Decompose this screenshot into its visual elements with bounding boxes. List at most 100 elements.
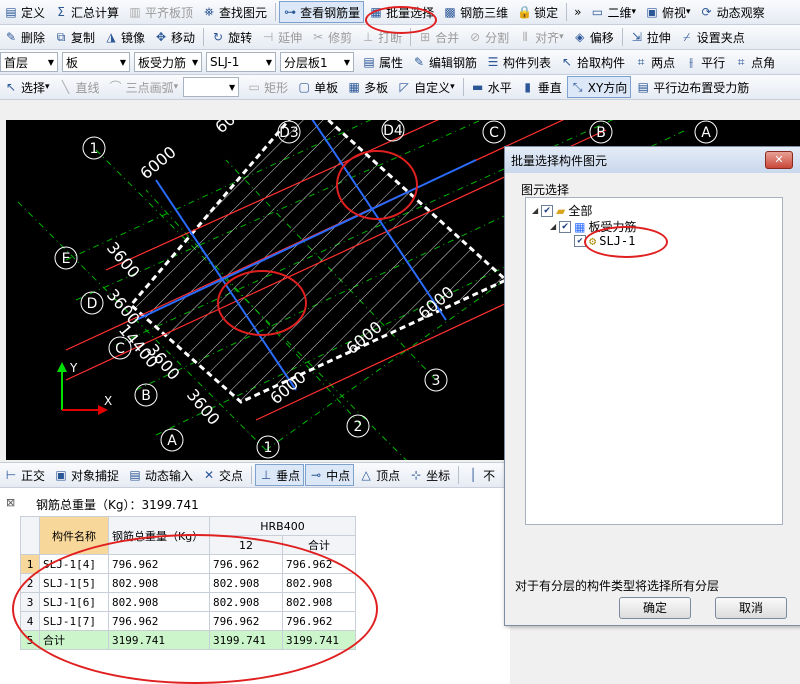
toolbar1-label: 查找图元	[219, 5, 268, 20]
table-cell-name: SLJ-1[5]	[39, 573, 109, 593]
layer-value: 分层板1	[284, 55, 328, 70]
table-cell-s: 802.908	[282, 573, 356, 593]
statusbar-button-more[interactable]: │ 不	[462, 464, 499, 486]
merge-icon: ⊞	[420, 30, 431, 44]
statusbar-button-midpoint[interactable]: ⊸ 中点	[305, 464, 355, 486]
toolbar4-button-horizontal[interactable]: ▬ 水平	[467, 76, 516, 98]
toolbar1-button-lock[interactable]: 🔒 锁定	[513, 1, 562, 23]
toolbar2-button-stretch[interactable]: ⇲ 拉伸	[626, 26, 675, 48]
toolbar1-button-orbit[interactable]: ⟳ 动态观察	[696, 1, 769, 23]
toolbar1-button-view-rebar[interactable]: ⊶ 查看钢筋量	[279, 1, 365, 23]
axis-label: A	[167, 433, 177, 449]
statusbar-label: 坐标	[426, 468, 451, 483]
component-button-edit-rebar[interactable]: ✎ 编辑钢筋	[408, 51, 481, 73]
toolbar4-button-line[interactable]: ╲ 直线	[55, 76, 104, 98]
toolbar2-button-break[interactable]: ⊥ 打断	[357, 26, 406, 48]
element-select[interactable]: SLJ-1 ▼	[206, 52, 276, 72]
toolbar4-button-single-slab[interactable]: ▢ 单板	[293, 76, 342, 98]
toolbar4-button-rect[interactable]: ▭ 矩形	[243, 76, 292, 98]
component-button-pick[interactable]: ↖ 拾取构件	[556, 51, 629, 73]
statusbar-button-perpendicular[interactable]: ⊥ 垂点	[255, 464, 305, 486]
toolbar1-button-top-view[interactable]: ▣ 俯视 ▾	[641, 1, 695, 23]
chevron-down-icon: ▾	[686, 7, 691, 17]
checkbox-slj-1[interactable]: ✔	[574, 235, 586, 247]
toolbar4-button-select-arrow[interactable]: ↖ 选择 ▾	[0, 76, 54, 98]
row-number: 3	[20, 592, 40, 612]
toolbar2-button-delete[interactable]: ✎ 删除	[0, 26, 49, 48]
table-row[interactable]: 2 SLJ-1[5] 802.908 802.908 802.908	[20, 573, 356, 593]
toolbar1-button-binoculars[interactable]: ⛯ 查找图元	[198, 1, 271, 23]
toolbar4-button-custom[interactable]: ◸ 自定义 ▾	[393, 76, 459, 98]
toolbar1-button-define[interactable]: ▤ 定义	[0, 1, 49, 23]
component-button-component-list[interactable]: ☰ 构件列表	[482, 51, 555, 73]
table-row[interactable]: 5 合计 3199.741 3199.741 3199.741	[20, 630, 356, 650]
header-name[interactable]: 构件名称	[39, 516, 109, 555]
component-button-point-angle[interactable]: ⌗ 点角	[730, 51, 779, 73]
component-button-parallel[interactable]: ⫲ 平行	[680, 51, 729, 73]
component-button-two-point[interactable]: ⌗ 两点	[630, 51, 679, 73]
floor-select[interactable]: 首层 ▼	[0, 52, 58, 72]
toolbar2-button-extend[interactable]: ⊣ 延伸	[257, 26, 306, 48]
axis-label: E	[62, 251, 71, 267]
tree-node-slab-rebar[interactable]: ◢ ✔ ▦ 板受力筋	[550, 218, 637, 235]
perpendicular-icon: ⊥	[260, 468, 272, 482]
toolbar2-button-offset[interactable]: ◈ 偏移	[569, 26, 618, 48]
toolbar2-button-move[interactable]: ✥ 移动	[150, 26, 199, 48]
toolbar1-button-sum[interactable]: Σ 汇总计算	[50, 1, 123, 23]
toolbar2-button-grip[interactable]: ⌿ 设置夹点	[676, 26, 749, 48]
toolbar1-label: 俯视	[662, 5, 687, 20]
panel-close-icon[interactable]: ⊠	[6, 496, 15, 509]
row-number: 4	[20, 611, 40, 631]
toolbar2-button-align[interactable]: ⫴ 对齐 ▾	[514, 26, 568, 48]
table-row[interactable]: 3 SLJ-1[6] 802.908 802.908 802.908	[20, 592, 356, 612]
toolbar4-label: 平行边布置受力筋	[653, 80, 750, 95]
checkbox-slab-rebar[interactable]: ✔	[559, 220, 572, 233]
toolbar4-button-xy-direction[interactable]: ⤡ XY方向	[566, 76, 632, 98]
statusbar-button-dynamic-input[interactable]: ▤ 动态输入	[124, 464, 197, 486]
folder-icon: ▰	[556, 203, 566, 218]
statusbar-button-coordinate[interactable]: ⊹ 坐标	[405, 464, 454, 486]
toolbar4-button-multi-slab[interactable]: ▦ 多板	[343, 76, 392, 98]
header-sum: 合计	[282, 535, 356, 555]
table-cell-d: 796.962	[209, 611, 283, 631]
statusbar-button-vertex[interactable]: △ 顶点	[355, 464, 404, 486]
toolbar1-button-rebar-3d[interactable]: ▩ 钢筋三维	[439, 1, 512, 23]
toolbar1-button-align-slab[interactable]: ▥ 平齐板顶	[124, 1, 197, 23]
checkbox-all[interactable]: ✔	[541, 204, 554, 217]
toolbar1-button-2d[interactable]: ▭ 二维 ▾	[586, 1, 640, 23]
statusbar-button-ortho[interactable]: ⊢ 正交	[0, 464, 49, 486]
element-value: SLJ-1	[210, 55, 240, 69]
tree-node-all[interactable]: ◢ ✔ ▰ 全部	[532, 202, 592, 219]
toolbar-separator	[275, 3, 277, 21]
tree-node-slj-1[interactable]: ✔ ⚙ SLJ-1	[574, 234, 635, 248]
toolbar4-button-parallel-edge[interactable]: ▤ 平行边布置受力筋	[632, 76, 753, 98]
component-button-properties[interactable]: ▤ 属性	[358, 51, 407, 73]
collapse-icon[interactable]: ◢	[532, 206, 538, 215]
toolbar4-blank-combo[interactable]: ▼	[183, 77, 240, 97]
toolbar2-button-split[interactable]: ⊘ 分割	[464, 26, 513, 48]
ok-button[interactable]: 确定	[619, 597, 691, 619]
toolbar2-button-mirror[interactable]: ◮ 镜像	[100, 26, 149, 48]
type-select[interactable]: 板受力筋 ▼	[134, 52, 202, 72]
header-weight[interactable]: 钢筋总重量（Kg）	[108, 516, 210, 555]
toolbar1-button-batch-select[interactable]: ▦ 批量选择	[365, 1, 438, 23]
table-row[interactable]: 1 SLJ-1[4] 796.962 796.962 796.962	[20, 554, 356, 574]
toolbar4-button-vertical[interactable]: ▮ 垂直	[517, 76, 566, 98]
category-select[interactable]: 板 ▼	[62, 52, 130, 72]
toolbar4-button-arc[interactable]: ⌒ 三点画弧 ▾	[105, 76, 183, 98]
toolbar2-button-trim[interactable]: ✂ 修剪	[307, 26, 356, 48]
statusbar-button-snap[interactable]: ▣ 对象捕捉	[50, 464, 123, 486]
stretch-icon: ⇲	[631, 30, 642, 44]
toolbar2-button-merge[interactable]: ⊞ 合并	[414, 26, 463, 48]
toolbar2-button-copy[interactable]: ⧉ 复制	[50, 26, 99, 48]
cancel-button[interactable]: 取消	[715, 597, 787, 619]
statusbar-button-intersection[interactable]: ✕ 交点	[198, 464, 247, 486]
layer-select[interactable]: 分层板1 ▼	[280, 52, 354, 72]
ucs-icon: Y X	[57, 361, 112, 415]
lock-icon: 🔒	[517, 5, 533, 19]
dialog-close-button[interactable]: ✕	[765, 151, 793, 169]
collapse-icon[interactable]: ◢	[550, 222, 556, 231]
toolbar1-button-overflow[interactable]: »	[570, 1, 585, 23]
table-row[interactable]: 4 SLJ-1[7] 796.962 796.962 796.962	[20, 611, 356, 631]
toolbar2-button-rotate[interactable]: ↻ 旋转	[207, 26, 256, 48]
